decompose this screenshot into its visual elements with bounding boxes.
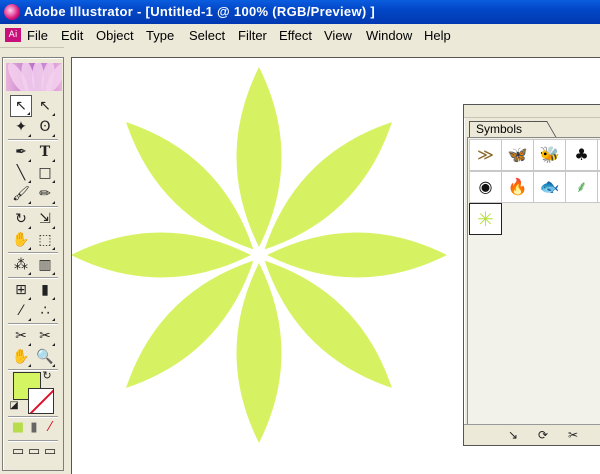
menu-object[interactable]: Object [96,28,134,43]
menu-view[interactable]: View [324,28,352,43]
scale-tool-icon[interactable]: ⇲ [34,208,56,230]
toolbox-divider [8,440,58,442]
blend-tool-icon[interactable]: ∴ [34,300,56,322]
window-title: Adobe Illustrator - [Untitled-1 @ 100% (… [24,4,376,19]
symbols-grid: ≫ 🦋 🐝 ♣ ❦ ◉ 🔥 🐟 ⸙ ✺ ✳ [467,137,600,424]
standard-screen-mode-icon[interactable]: ▭ [10,444,26,460]
symbol-sprayer-tool-icon[interactable]: ⁂ [10,254,32,276]
selection-tool-icon[interactable]: ↖ [10,95,32,117]
color-mode-icon[interactable]: ■ [10,420,26,436]
none-mode-icon[interactable]: ⁄ [42,420,58,436]
scissors-tool-icon[interactable]: ✂ [34,325,56,347]
flower-petal[interactable] [236,263,282,443]
hand-tool-icon[interactable]: ✋ [10,346,32,368]
panel-title-strip[interactable] [464,105,600,118]
break-link-icon[interactable]: ✂ [568,428,578,442]
symbol-fish-icon[interactable]: 🐟 [533,171,566,203]
symbol-bee-icon[interactable]: 🐝 [533,139,566,171]
toolbox-header-flower-icon[interactable] [6,63,62,91]
full-screen-mode-icon[interactable]: ▭ [42,444,58,460]
graph-tool-icon[interactable]: ▥ [34,254,56,276]
gradient-mode-icon[interactable]: ▮ [26,420,42,436]
mesh-tool-icon[interactable]: ⊞ [10,279,32,301]
default-colors-icon[interactable]: ◪ [8,400,20,412]
rotate-tool-icon[interactable]: ↻ [10,208,32,230]
flower-petal[interactable] [267,232,447,278]
place-symbol-icon[interactable]: ↘ [508,428,518,442]
symbol-ring-icon[interactable]: ◉ [469,171,502,203]
zoom-tool-icon[interactable]: 🔍 [34,346,56,368]
symbol-grapes-icon[interactable]: ♣ [565,139,598,171]
symbol-grass-icon[interactable]: ⸙ [565,171,598,203]
symbols-panel: Symbols ≫ 🦋 🐝 ♣ ❦ ◉ 🔥 🐟 ⸙ ✺ ✳ ↘ ⟳ ✂ [463,104,600,446]
free-transform-tool-icon[interactable]: ⬚ [34,229,56,251]
symbol-dragonfly-icon[interactable]: ≫ [469,139,502,171]
menu-file[interactable]: File [27,28,48,43]
type-tool-icon[interactable]: T [34,141,56,163]
replace-symbol-icon[interactable]: ⟳ [538,428,548,442]
direct-selection-tool-icon[interactable]: ↖ [34,95,56,117]
menu-bar: Ai File Edit Object Type Select Filter E… [0,24,600,48]
symbol-star-petal-icon[interactable]: ✳ [469,203,502,235]
flower-petal[interactable] [236,67,282,247]
flower-petal[interactable] [72,232,251,278]
menu-effect[interactable]: Effect [279,28,312,43]
tab-symbols[interactable]: Symbols [469,121,546,137]
symbol-butterfly-icon[interactable]: 🦋 [501,139,534,171]
gradient-tool-icon[interactable]: ▮ [34,279,56,301]
warp-tool-icon[interactable]: ✋ [10,229,32,251]
document-icon[interactable]: Ai [5,28,21,42]
stroke-none-swatch[interactable] [28,388,54,414]
menu-type[interactable]: Type [146,28,174,43]
symbols-panel-footer: ↘ ⟳ ✂ [464,424,600,445]
line-tool-icon[interactable]: ╲ [10,162,32,184]
eyedropper-tool-icon[interactable]: ⁄ [10,300,32,322]
toolbox: ↖ ↖ ✦ ʘ ✒ T ╲ □ 🖌 ✏ ↻ ⇲ ✋ ⬚ ⁂ ▥ ⊞ ▮ ⁄ ∴ … [2,57,64,471]
menu-help[interactable]: Help [424,28,451,43]
pen-tool-icon[interactable]: ✒ [10,141,32,163]
title-bar: Adobe Illustrator - [Untitled-1 @ 100% (… [0,0,600,24]
menu-select[interactable]: Select [189,28,225,43]
magic-wand-tool-icon[interactable]: ✦ [10,116,32,138]
illustrator-logo-icon [4,4,20,20]
menu-screen-mode-icon[interactable]: ▭ [26,444,42,460]
symbol-fire-icon[interactable]: 🔥 [501,171,534,203]
swap-fill-stroke-icon[interactable]: ↻ [40,369,54,383]
menu-filter[interactable]: Filter [238,28,267,43]
rectangle-tool-icon[interactable]: □ [34,162,56,184]
slice-tool-icon[interactable]: ✂ [10,325,32,347]
paintbrush-tool-icon[interactable]: 🖌 [10,183,32,205]
menu-edit[interactable]: Edit [61,28,83,43]
lasso-tool-icon[interactable]: ʘ [34,116,56,138]
menu-window[interactable]: Window [366,28,412,43]
pencil-tool-icon[interactable]: ✏ [34,183,56,205]
toolbox-divider [8,416,58,418]
